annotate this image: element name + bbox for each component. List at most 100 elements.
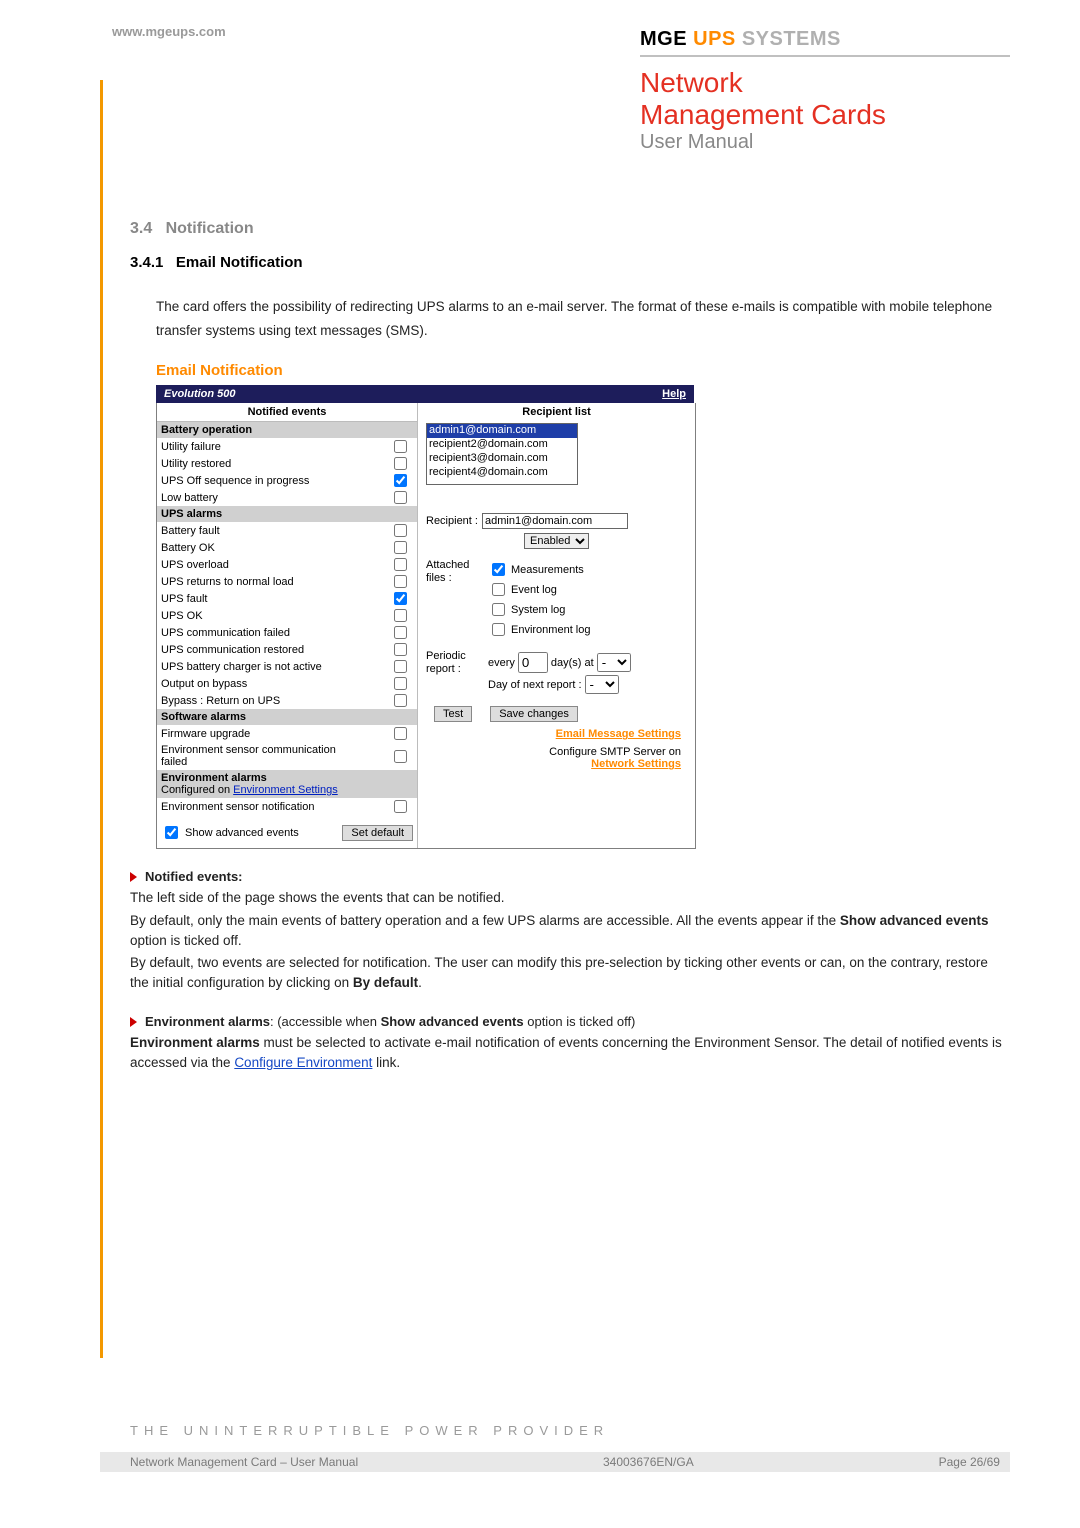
bullet-environment-alarms: Environment alarms: (accessible when Sho… [130, 1014, 1010, 1029]
event-checkbox[interactable] [394, 609, 407, 622]
brand-row: MGE UPS SYSTEMS [640, 28, 1010, 57]
event-label: Output on bypass [161, 678, 247, 690]
event-checkbox[interactable] [394, 491, 407, 504]
attached-item-label: Measurements [511, 564, 584, 576]
periodic-every-b: day(s) at [551, 657, 594, 669]
brand-mge: MGE [640, 28, 687, 50]
brand-ups: UPS [693, 28, 736, 50]
environment-settings-link[interactable]: Environment Settings [233, 784, 338, 796]
event-checkbox[interactable] [394, 592, 407, 605]
event-row: Utility restored [157, 455, 417, 472]
footer-left: Network Management Card – User Manual [130, 1455, 358, 1469]
attached-files: Attached files : Measurements Event log … [426, 559, 687, 640]
event-row: UPS returns to normal load [157, 573, 417, 590]
periodic-label: Periodic report : [426, 650, 480, 696]
save-changes-button[interactable]: Save changes [490, 706, 578, 722]
event-row: UPS communication failed [157, 624, 417, 641]
attached-item-label: Environment log [511, 624, 591, 636]
recipient-item[interactable]: recipient3@domain.com [427, 452, 577, 466]
recipient-list[interactable]: admin1@domain.com recipient2@domain.com … [426, 423, 578, 485]
doc-title: Network Management Cards User Manual [640, 67, 1010, 154]
event-checkbox[interactable] [394, 440, 407, 453]
bullet-title: Notified events: [145, 869, 243, 884]
event-label: Battery OK [161, 542, 215, 554]
title-sub: User Manual [640, 131, 1010, 154]
panel-top-bar: Evolution 500 Help [156, 385, 694, 403]
recipient-input[interactable] [482, 513, 628, 529]
event-label: UPS overload [161, 559, 229, 571]
subsection-number: 3.4.1 [130, 254, 163, 271]
attached-checkbox[interactable] [492, 603, 505, 616]
env-cat-label: Environment alarms [161, 772, 267, 784]
event-row: UPS overload [157, 556, 417, 573]
event-row: Output on bypass [157, 675, 417, 692]
event-row: UPS Off sequence in progress [157, 472, 417, 489]
help-link[interactable]: Help [662, 388, 686, 400]
enabled-select[interactable]: Enabled [524, 533, 589, 549]
event-label: Battery fault [161, 525, 220, 537]
events-bottom-row: Show advanced events Set default [157, 815, 417, 848]
paragraph: Environment alarms must be selected to a… [130, 1033, 1010, 1074]
test-button[interactable]: Test [434, 706, 472, 722]
event-checkbox[interactable] [394, 558, 407, 571]
bullet-title: Environment alarms: (accessible when Sho… [145, 1014, 635, 1029]
event-checkbox[interactable] [394, 694, 407, 707]
event-label: UPS communication restored [161, 644, 304, 656]
attached-checkbox[interactable] [492, 563, 505, 576]
set-default-button[interactable]: Set default [342, 825, 413, 841]
footer-right: Page 26/69 [939, 1455, 1000, 1469]
subsection-name: Email Notification [176, 254, 303, 271]
periodic-at-select[interactable]: - [597, 653, 631, 672]
event-label: Environment sensor communication failed [161, 744, 341, 768]
event-label: UPS Off sequence in progress [161, 475, 309, 487]
network-settings-link[interactable]: Network Settings [591, 758, 681, 770]
paragraph: By default, two events are selected for … [130, 953, 1010, 994]
periodic-next-label: Day of next report : [488, 679, 582, 691]
event-checkbox[interactable] [394, 727, 407, 740]
event-checkbox[interactable] [394, 677, 407, 690]
attached-label: Attached files : [426, 559, 480, 640]
recipient-selected[interactable]: admin1@domain.com [427, 424, 577, 438]
attached-checkbox[interactable] [492, 623, 505, 636]
event-label: Firmware upgrade [161, 728, 250, 740]
periodic-next-select[interactable]: - [585, 675, 619, 694]
env-sub-a: Configured on [161, 784, 233, 796]
title-line1: Network [640, 67, 1010, 99]
recipient-column: Recipient list admin1@domain.com recipie… [418, 403, 695, 848]
paragraph: By default, only the main events of batt… [130, 911, 1010, 952]
email-notification-panel: Evolution 500 Help Notified events Batte… [156, 385, 1010, 849]
notified-events-column: Notified events Battery operation Utilit… [157, 403, 418, 848]
site-url: www.mgeups.com [112, 24, 226, 39]
configure-environment-link[interactable]: Configure Environment [234, 1055, 372, 1070]
email-message-settings-link[interactable]: Email Message Settings [556, 728, 681, 740]
event-checkbox[interactable] [394, 750, 407, 763]
event-checkbox[interactable] [394, 800, 407, 813]
event-label: Bypass : Return on UPS [161, 695, 280, 707]
left-orange-rule [100, 80, 103, 1358]
event-checkbox[interactable] [394, 575, 407, 588]
recipient-list-header: Recipient list [426, 403, 687, 421]
event-checkbox[interactable] [394, 626, 407, 639]
category-environment: Environment alarms Configured on Environ… [157, 770, 417, 798]
event-checkbox[interactable] [394, 541, 407, 554]
show-advanced-checkbox[interactable] [165, 826, 178, 839]
recipient-item[interactable]: recipient2@domain.com [427, 438, 577, 452]
event-checkbox[interactable] [394, 524, 407, 537]
event-checkbox[interactable] [394, 457, 407, 470]
event-checkbox[interactable] [394, 643, 407, 656]
footer-center: 34003676EN/GA [603, 1455, 694, 1469]
periodic-every-a: every [488, 657, 515, 669]
event-checkbox[interactable] [394, 660, 407, 673]
recipient-item[interactable]: recipient4@domain.com [427, 466, 577, 480]
section-number: 3.4 [130, 220, 152, 237]
notified-events-header: Notified events [157, 403, 417, 422]
event-row: Environment sensor communication failed [157, 742, 417, 770]
recipient-label: Recipient : [426, 515, 478, 527]
event-label: Environment sensor notification [161, 801, 314, 813]
periodic-every-input[interactable] [518, 652, 548, 673]
event-label: UPS battery charger is not active [161, 661, 322, 673]
event-row: UPS battery charger is not active [157, 658, 417, 675]
event-row: Bypass : Return on UPS [157, 692, 417, 709]
attached-checkbox[interactable] [492, 583, 505, 596]
event-checkbox[interactable] [394, 474, 407, 487]
